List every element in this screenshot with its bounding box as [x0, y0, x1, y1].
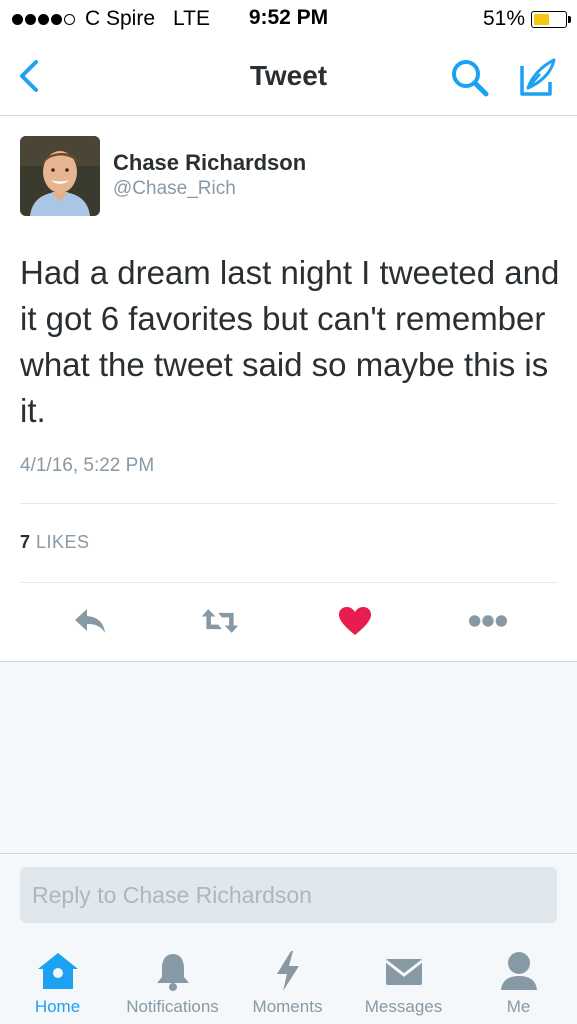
envelope-icon: [384, 959, 423, 985]
tab-me-label: Me: [506, 997, 531, 1016]
avatar-image: [20, 136, 100, 216]
more-icon: [468, 615, 508, 627]
search-button[interactable]: [448, 56, 492, 100]
tab-me[interactable]: Me: [461, 949, 576, 1021]
empty-replies-area: [0, 662, 577, 854]
tab-notifications-label: Notifications: [126, 997, 219, 1016]
compose-button[interactable]: [514, 56, 560, 100]
home-icon: [37, 953, 78, 989]
user-handle[interactable]: @Chase_Rich: [113, 178, 236, 200]
reply-input[interactable]: [20, 867, 557, 923]
bell-icon: [156, 954, 189, 991]
tab-moments[interactable]: Moments: [230, 949, 345, 1021]
heart-icon: [339, 607, 371, 635]
battery-percent: 51%: [482, 7, 525, 30]
retweet-button[interactable]: [200, 602, 240, 640]
user-name[interactable]: Chase Richardson: [113, 150, 306, 176]
reply-icon: [75, 609, 105, 633]
tweet-timestamp: 4/1/16, 5:22 PM: [20, 455, 155, 476]
tab-home[interactable]: Home: [0, 949, 115, 1021]
reply-button[interactable]: [70, 602, 110, 640]
search-icon: [452, 60, 489, 97]
status-right: 51%: [482, 7, 571, 31]
tweet-text: Had a dream last night I tweeted and it …: [20, 254, 560, 429]
divider: [20, 582, 557, 583]
avatar[interactable]: [20, 136, 100, 216]
likes-label: LIKES: [36, 532, 90, 552]
battery-icon: [531, 10, 571, 28]
likes-count[interactable]: 7 LIKES: [20, 532, 90, 553]
lightning-icon: [276, 951, 299, 991]
divider: [20, 503, 557, 504]
tab-moments-label: Moments: [252, 997, 323, 1016]
navigation-bar: Tweet: [0, 38, 577, 116]
more-button[interactable]: [468, 602, 508, 640]
retweet-icon: [201, 609, 239, 633]
person-icon: [500, 952, 537, 990]
tab-bar: Home Notifications Moments Messages Me: [0, 935, 577, 1024]
tweet-detail: Chase Richardson @Chase_Rich Had a dream…: [0, 117, 577, 662]
tab-home-label: Home: [34, 997, 81, 1016]
like-button[interactable]: [335, 602, 375, 640]
reply-bar: [0, 855, 577, 935]
tab-notifications[interactable]: Notifications: [115, 949, 230, 1021]
compose-icon: [520, 58, 556, 96]
likes-number: 7: [20, 532, 31, 552]
status-bar: C Spire LTE 9:52 PM 51%: [0, 0, 577, 38]
tab-messages[interactable]: Messages: [346, 949, 461, 1021]
tab-messages-label: Messages: [364, 997, 443, 1016]
